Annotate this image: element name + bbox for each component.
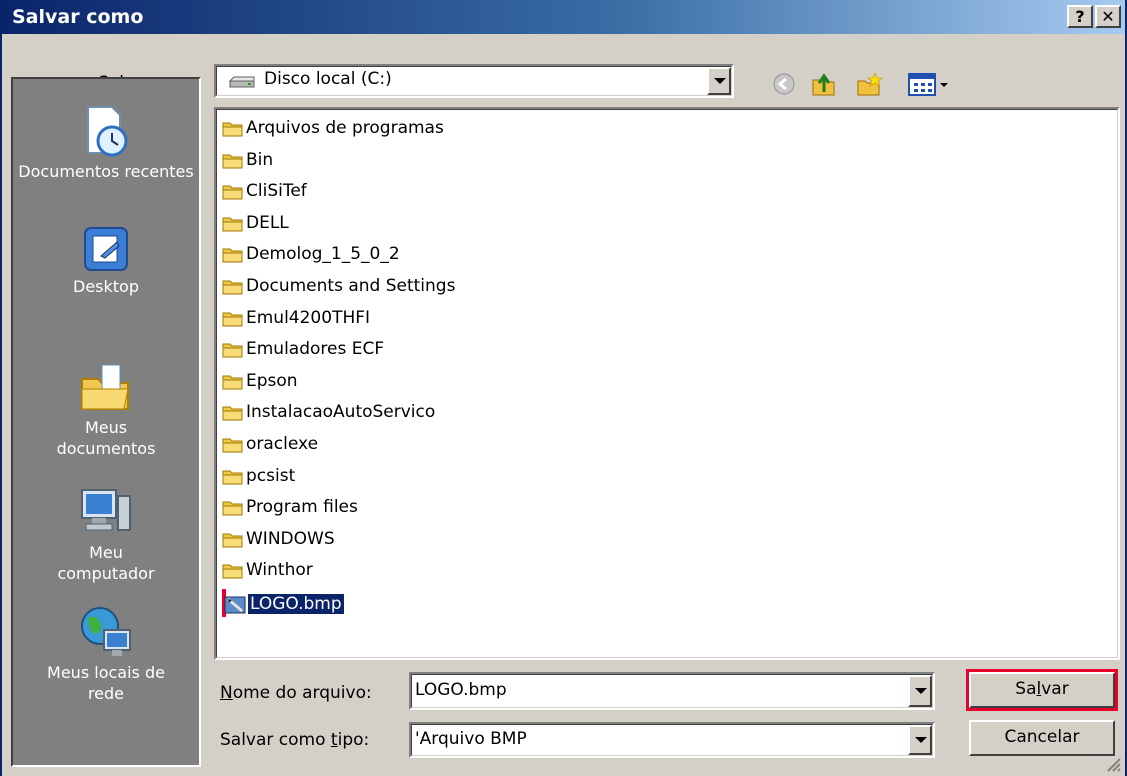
item-name: Emuladores ECF — [246, 339, 385, 360]
chevron-down-icon — [915, 688, 927, 694]
file-list-frame — [216, 109, 1118, 658]
folder-icon — [222, 533, 243, 548]
filename-combo[interactable]: LOGO.bmp — [409, 672, 935, 710]
item-name: InstalacaoAutoServico — [246, 402, 436, 423]
item-name: pcsist — [246, 465, 296, 486]
place-my-computer[interactable]: Meu computador — [13, 484, 199, 584]
place-label: Meu computador — [57, 543, 155, 583]
folder-icon — [222, 312, 243, 327]
filetype-dropdown-button[interactable] — [908, 725, 932, 755]
item-name: CliSiTef — [246, 181, 307, 202]
filename-dropdown-button[interactable] — [908, 675, 932, 707]
folder-icon — [222, 406, 243, 421]
filename-input[interactable]: LOGO.bmp — [415, 680, 507, 700]
item-name: DELL — [246, 212, 289, 233]
item-name: Epson — [246, 370, 298, 391]
folder-icon — [222, 154, 243, 169]
close-button[interactable]: ✕ — [1095, 5, 1121, 28]
item-name: Winthor — [246, 560, 313, 581]
item-name: Emul4200THFI — [246, 307, 371, 328]
local-disk-icon — [228, 76, 255, 88]
save-in-combo[interactable]: Disco local (C:) — [214, 64, 734, 98]
item-name: LOGO.bmp — [248, 594, 344, 614]
filename-label-rest: ome do arquivo: — [232, 683, 372, 703]
folder-icon — [222, 122, 243, 137]
place-label: Desktop — [73, 277, 139, 296]
place-network-places[interactable]: Meus locais de rede — [13, 604, 199, 704]
views-menu-icon[interactable] — [908, 73, 954, 97]
folder-icon — [222, 438, 243, 453]
desktop-icon — [84, 227, 128, 271]
save-label-pre: Sa — [1015, 679, 1037, 699]
item-name: WINDOWS — [246, 528, 335, 549]
network-places-icon — [81, 607, 131, 656]
folder-icon — [222, 280, 243, 295]
places-bar: Documentos recentes Desktop Meus documen… — [11, 77, 201, 767]
file-list[interactable]: Arquivos de programas Bin CliSiTef DELL Demo… — [214, 107, 1120, 660]
folder-icon — [222, 185, 243, 200]
save-label-rest: var — [1041, 679, 1069, 699]
save-in-value: Disco local (C:) — [264, 69, 392, 89]
folder-icon — [222, 564, 243, 579]
save-as-dialog: Salvar como ? ✕ Salvar em: Disco local (… — [0, 0, 1127, 776]
title-bar[interactable]: Salvar como ? ✕ — [2, 0, 1125, 34]
item-name: Demolog_1_5_0_2 — [246, 244, 400, 265]
place-label: Meus locais de rede — [47, 663, 165, 703]
save-in-dropdown-button[interactable] — [707, 67, 731, 95]
place-my-documents[interactable]: Meus documentos — [13, 359, 199, 459]
item-name: Program files — [246, 497, 358, 518]
filetype-label-mnemonic: t — [330, 730, 338, 750]
filetype-label-rest: ipo: — [337, 730, 370, 750]
bitmap-file-icon — [224, 596, 246, 614]
filetype-label-pre: Salvar como — [220, 730, 331, 750]
place-label: Documentos recentes — [18, 162, 194, 181]
folder-icon — [222, 501, 243, 516]
window-title: Salvar como — [12, 6, 144, 28]
filename-label: Nome do arquivo: — [220, 683, 372, 703]
up-folder-icon[interactable] — [810, 70, 838, 98]
filetype-value: 'Arquivo BMP — [415, 729, 527, 749]
new-folder-icon[interactable] — [855, 70, 883, 98]
back-icon[interactable] — [772, 72, 796, 96]
filename-label-mnemonic: N — [220, 683, 233, 703]
cancel-button[interactable]: Cancelar — [969, 720, 1115, 756]
chevron-down-icon — [915, 737, 927, 743]
place-desktop[interactable]: Desktop — [13, 224, 199, 297]
save-button[interactable]: Salvar — [966, 669, 1118, 711]
folder-icon — [222, 343, 243, 358]
item-name: Arquivos de programas — [246, 118, 444, 138]
help-button[interactable]: ? — [1067, 5, 1093, 28]
filetype-label: Salvar como tipo: — [220, 730, 369, 750]
item-name: oraclexe — [246, 434, 319, 454]
my-documents-icon — [81, 364, 129, 410]
folder-icon — [222, 217, 243, 232]
folder-icon — [222, 375, 243, 390]
item-name: Bin — [246, 149, 274, 170]
filetype-combo[interactable]: 'Arquivo BMP — [409, 722, 935, 758]
folder-icon — [222, 470, 243, 485]
place-recent-documents[interactable]: Documentos recentes — [13, 103, 199, 182]
my-computer-icon — [81, 489, 131, 531]
place-label: Meus documentos — [56, 418, 156, 458]
folder-icon — [222, 248, 243, 263]
chevron-down-icon — [714, 78, 726, 84]
recent-documents-icon — [87, 106, 128, 157]
resize-grip-icon[interactable] — [1103, 754, 1121, 772]
file-item[interactable]: LOGO.bmp — [222, 589, 344, 617]
item-name: Documents and Settings — [246, 276, 456, 296]
